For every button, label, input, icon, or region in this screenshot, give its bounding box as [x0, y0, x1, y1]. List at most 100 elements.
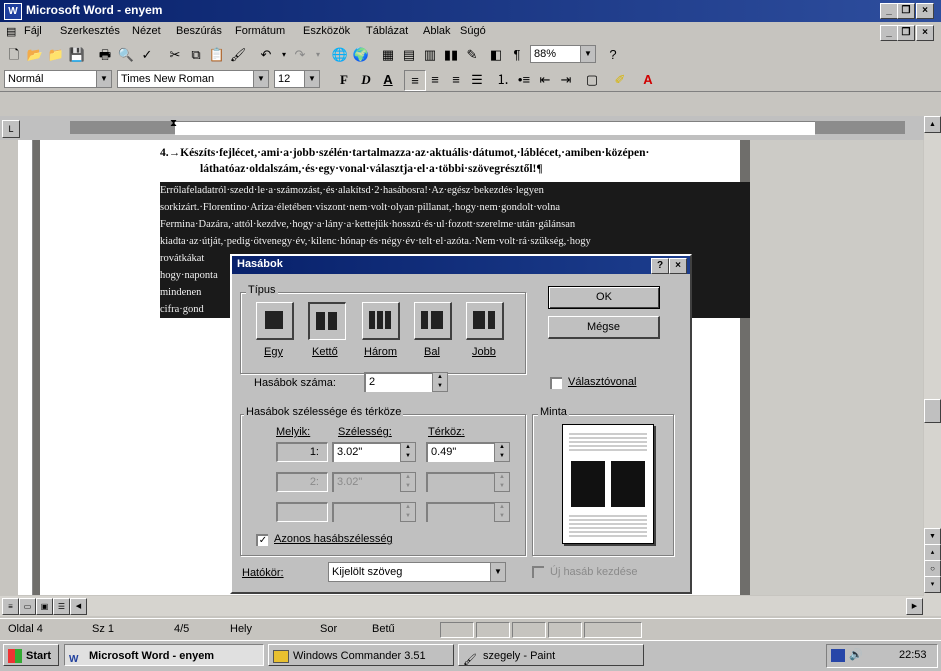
- restore-button[interactable]: ❐: [897, 3, 915, 19]
- ruler[interactable]: L ⧗: [0, 116, 941, 140]
- task-paint[interactable]: 🖌 szegely - Paint: [458, 644, 644, 666]
- column-count-input[interactable]: 2: [364, 372, 432, 392]
- cut-icon[interactable]: ✂: [165, 45, 185, 64]
- copy-icon[interactable]: ⧉: [186, 45, 206, 64]
- font-select[interactable]: Times New Roman ▼: [117, 70, 269, 88]
- print-icon[interactable]: 🖶: [95, 45, 115, 64]
- select-browse-icon[interactable]: ○: [924, 560, 941, 577]
- col-width-1-stepper[interactable]: 3.02" ▲ ▼: [332, 442, 416, 462]
- decrease-indent-icon[interactable]: ⇤: [535, 70, 555, 89]
- normal-view-icon[interactable]: ≡: [2, 598, 19, 615]
- col-width-3-input[interactable]: [332, 502, 400, 522]
- scroll-thumb[interactable]: [924, 399, 941, 423]
- status-indicator-ext[interactable]: [512, 622, 546, 638]
- help-button[interactable]: ?: [651, 258, 669, 274]
- insert-table-icon[interactable]: ▤: [399, 45, 419, 64]
- doc-minimize-button[interactable]: _: [880, 25, 898, 41]
- doc-close-button[interactable]: ×: [916, 25, 934, 41]
- menu-format[interactable]: Formátum: [235, 25, 285, 37]
- col-spacing-2-stepper[interactable]: ▲ ▼: [426, 472, 510, 492]
- font-color-icon[interactable]: A: [638, 70, 658, 89]
- menu-insert[interactable]: Beszúrás: [176, 25, 222, 37]
- minimize-button[interactable]: _: [880, 3, 898, 19]
- scroll-up-icon[interactable]: ▲: [924, 116, 941, 133]
- menu-tools[interactable]: Eszközök: [303, 25, 350, 37]
- tab-selector-icon[interactable]: L: [2, 120, 20, 138]
- numbering-icon[interactable]: ⒈: [493, 70, 513, 89]
- scroll-right-icon[interactable]: ▶: [906, 598, 923, 615]
- col-spacing-1-stepper[interactable]: 0.49" ▲ ▼: [426, 442, 510, 462]
- col-width-2-stepper[interactable]: 3.02" ▲ ▼: [332, 472, 416, 492]
- menu-help[interactable]: Súgó: [460, 25, 486, 37]
- spin-arrows-icon[interactable]: ▲ ▼: [432, 372, 448, 392]
- doc-icon[interactable]: ▤: [6, 25, 16, 38]
- task-word[interactable]: W Microsoft Word - enyem: [64, 644, 264, 666]
- format-painter-icon[interactable]: 🖌: [228, 45, 248, 64]
- align-center-icon[interactable]: ≡: [425, 70, 445, 89]
- status-indicator-trk[interactable]: [476, 622, 510, 638]
- insert-excel-icon[interactable]: ▥: [420, 45, 440, 64]
- save-icon[interactable]: 💾: [67, 45, 87, 64]
- columns-icon[interactable]: ▮▮: [441, 45, 461, 64]
- hyperlink-icon[interactable]: 🌐: [330, 45, 350, 64]
- ok-button[interactable]: OK: [548, 286, 660, 309]
- preset-two[interactable]: [308, 302, 346, 340]
- scroll-down-icon[interactable]: ▼: [924, 528, 941, 545]
- preset-one[interactable]: [256, 302, 294, 340]
- column-count-stepper[interactable]: 2 ▲ ▼: [364, 372, 448, 392]
- align-left-icon[interactable]: ≡: [404, 70, 426, 91]
- office-assistant-icon[interactable]: ?: [603, 45, 623, 64]
- prev-page-icon[interactable]: ▴: [924, 544, 941, 561]
- col-spacing-3-stepper[interactable]: ▲ ▼: [426, 502, 510, 522]
- drawing-icon[interactable]: ✎: [462, 45, 482, 64]
- spin-arrows-icon[interactable]: ▲ ▼: [494, 502, 510, 522]
- paste-icon[interactable]: 📋: [207, 45, 227, 64]
- start-new-column-checkbox[interactable]: [532, 566, 544, 578]
- font-size-select[interactable]: 12 ▼: [274, 70, 320, 88]
- status-indicator-rec[interactable]: [440, 622, 474, 638]
- show-hide-icon[interactable]: ¶: [507, 45, 527, 64]
- start-button[interactable]: Start: [3, 644, 59, 666]
- col-spacing-3-input[interactable]: [426, 502, 494, 522]
- preset-right[interactable]: [466, 302, 504, 340]
- undo-icon[interactable]: ↶: [256, 45, 276, 64]
- cancel-button[interactable]: Mégse: [548, 316, 660, 339]
- menu-view[interactable]: Nézet: [132, 25, 161, 37]
- menu-window[interactable]: Ablak: [423, 25, 451, 37]
- bold-button[interactable]: F: [334, 70, 354, 89]
- doc-restore-button[interactable]: ❐: [897, 25, 915, 41]
- folder-icon[interactable]: 📁: [46, 45, 66, 64]
- vertical-scrollbar[interactable]: ▲ ▼ ▴ ○ ▾: [924, 116, 941, 596]
- preset-three[interactable]: [362, 302, 400, 340]
- col-width-2-input[interactable]: 3.02": [332, 472, 400, 492]
- redo-icon[interactable]: ↷: [290, 45, 310, 64]
- highlight-icon[interactable]: ✐: [610, 70, 630, 89]
- spin-arrows-icon[interactable]: ▲ ▼: [494, 472, 510, 492]
- col-width-3-stepper[interactable]: ▲ ▼: [332, 502, 416, 522]
- align-right-icon[interactable]: ≡: [446, 70, 466, 89]
- col-spacing-2-input[interactable]: [426, 472, 494, 492]
- line-between-checkbox[interactable]: [550, 377, 562, 389]
- web-toolbar-icon[interactable]: 🌍: [351, 45, 371, 64]
- spin-arrows-icon[interactable]: ▲ ▼: [400, 442, 416, 462]
- dialog-close-button[interactable]: ×: [669, 258, 687, 274]
- spin-arrows-icon[interactable]: ▲ ▼: [400, 472, 416, 492]
- tables-borders-icon[interactable]: ▦: [378, 45, 398, 64]
- next-page-icon[interactable]: ▾: [924, 576, 941, 593]
- scroll-left-icon[interactable]: ◀: [70, 598, 87, 615]
- spelling-icon[interactable]: ✓: [137, 45, 157, 64]
- spin-arrows-icon[interactable]: ▲ ▼: [494, 442, 510, 462]
- web-view-icon[interactable]: ▭: [19, 598, 36, 615]
- justify-icon[interactable]: ☰: [467, 70, 487, 89]
- apply-to-select[interactable]: Kijelölt szöveg ▼: [328, 562, 506, 582]
- open-icon[interactable]: 📂: [25, 45, 45, 64]
- col-width-1-input[interactable]: 3.02": [332, 442, 400, 462]
- status-indicator-ovr[interactable]: [548, 622, 582, 638]
- italic-button[interactable]: D: [356, 70, 376, 89]
- page-view-icon[interactable]: ▣: [36, 598, 53, 615]
- keyboard-icon[interactable]: [831, 649, 845, 662]
- status-indicator-lang[interactable]: [584, 622, 642, 638]
- redo-dropdown-icon[interactable]: ▾: [308, 45, 328, 64]
- zoom-select[interactable]: 88% ▼: [530, 45, 596, 63]
- border-icon[interactable]: ▢: [582, 70, 602, 89]
